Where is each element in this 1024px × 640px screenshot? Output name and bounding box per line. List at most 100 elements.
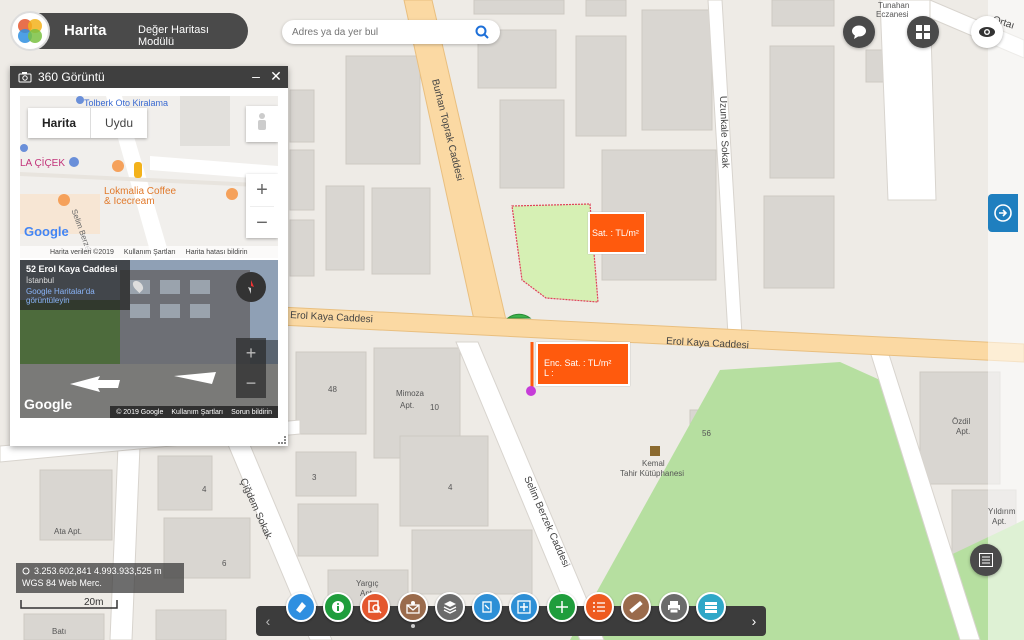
attribution-data: Harita verileri ©2019	[50, 248, 114, 256]
place-label-yildirim-apt: Apt.	[992, 517, 1006, 526]
attribution-terms[interactable]: Kullanım Şartları	[124, 249, 176, 256]
map-type-switcher: Harita Uydu	[28, 108, 148, 138]
sv-zoom-in-button[interactable]: +	[236, 338, 266, 368]
attribution-report[interactable]: Harita hatası bildirin	[186, 249, 248, 256]
toolbar-prev-button[interactable]: ‹	[258, 606, 278, 636]
tool-print[interactable]	[659, 592, 689, 622]
envelope-pin-icon	[406, 601, 420, 614]
tool-stack[interactable]	[696, 592, 726, 622]
zoom-in-button[interactable]: +	[256, 174, 268, 206]
building-number: 56	[702, 429, 711, 438]
apps-button[interactable]	[907, 16, 939, 48]
mini-map[interactable]: Tolberk Oto Kiralama LA ÇİÇEK Lokmalia C…	[20, 96, 278, 258]
open-in-google-maps-link[interactable]: Google Haritalar'da görüntüleyin	[26, 287, 124, 305]
app-logo-icon[interactable]	[10, 11, 50, 51]
library-icon	[650, 446, 660, 456]
arrow-right-circle-icon	[994, 204, 1012, 222]
list-box-icon	[979, 553, 993, 567]
price-label-point[interactable]: Enc. Sat. : TL/m² L :	[536, 342, 630, 386]
crosshair-icon	[556, 601, 568, 613]
panorama-panel: 360 Görüntü – ✕ Tolberk Oto Kiralama LA …	[10, 66, 288, 446]
resize-handle-icon[interactable]	[278, 436, 286, 444]
place-label-library: Tahir Kütüphanesi	[620, 469, 684, 478]
google-logo-mini: Google	[24, 224, 69, 239]
street-view-address: 52 Erol Kaya Caddesi	[26, 264, 118, 274]
tool-search-document[interactable]	[360, 592, 390, 622]
visibility-button[interactable]	[971, 16, 1003, 48]
building-number: 4	[202, 485, 207, 494]
tool-info[interactable]	[323, 592, 353, 622]
add-frame-icon	[517, 600, 531, 614]
tool-envelope[interactable]	[398, 592, 428, 622]
coordinate-value: 3.253.602,841 4.993.933,525 m	[34, 566, 162, 576]
stack-icon	[705, 602, 717, 613]
eye-icon	[979, 27, 995, 37]
google-logo-street: Google	[24, 396, 73, 412]
toolbar-next-button[interactable]: ›	[744, 606, 764, 636]
sv-copyright: © 2019 Google	[116, 408, 164, 416]
panel-header[interactable]: 360 Görüntü – ✕	[10, 66, 288, 88]
zoom-out-button[interactable]: −	[250, 206, 274, 238]
module-name[interactable]: Değer Haritası Modülü	[138, 24, 248, 48]
place-label-mimoza-apt: Apt.	[400, 401, 414, 410]
building-number: 3	[312, 473, 317, 482]
app-brand-bar: Harita Değer Haritası Modülü	[10, 11, 248, 51]
map-type-harita[interactable]: Harita	[28, 108, 90, 138]
building-number: 6	[222, 559, 227, 568]
info-icon	[332, 601, 344, 613]
price-label-parcel[interactable]: Sat. : TL/m²	[588, 212, 646, 254]
legend-button[interactable]	[970, 544, 1002, 576]
close-icon[interactable]: ✕	[268, 68, 284, 84]
search-input[interactable]	[292, 26, 472, 38]
sv-terms[interactable]: Kullanım Şartları	[171, 409, 223, 416]
grid-icon	[916, 25, 930, 39]
price-label-line: Enc. Sat. : TL/m²	[544, 358, 612, 368]
mini-map-place: LA ÇİÇEK	[20, 158, 66, 169]
ruler-icon	[629, 600, 643, 614]
sv-report[interactable]: Sorun bildirin	[231, 409, 272, 416]
tool-ruler[interactable]	[621, 592, 651, 622]
tool-layers[interactable]	[435, 592, 465, 622]
tool-eraser[interactable]	[286, 592, 316, 622]
tool-add-frame[interactable]	[509, 592, 539, 622]
draw-hand-icon	[482, 601, 492, 613]
compass-icon[interactable]	[236, 272, 266, 302]
list-icon	[593, 602, 605, 612]
tool-draw[interactable]	[472, 592, 502, 622]
place-label-yargic: Yargıç	[356, 579, 379, 588]
search-icon[interactable]	[472, 22, 492, 42]
mini-map-place: & Icecream	[104, 196, 155, 207]
toolbar-page-indicator	[411, 624, 415, 628]
cursor-position-icon	[22, 567, 30, 575]
place-label-ozdil: Özdil	[952, 417, 970, 426]
map-type-uydu[interactable]: Uydu	[90, 108, 147, 138]
tool-list[interactable]	[584, 592, 614, 622]
pegman-button[interactable]	[246, 106, 278, 142]
comment-button[interactable]	[843, 16, 875, 48]
mini-map-zoom: + −	[246, 174, 278, 238]
address-search	[282, 20, 500, 44]
coordinate-readout: 3.253.602,841 4.993.933,525 m WGS 84 Web…	[16, 563, 184, 593]
minimize-icon[interactable]: –	[248, 68, 264, 84]
tool-crosshair[interactable]	[547, 592, 577, 622]
place-label-eczanesi: Eczanesi	[876, 10, 909, 19]
price-label-line: L :	[544, 368, 554, 378]
street-view-city: İstanbul	[26, 276, 55, 285]
place-label-yildirim: Yıldırım	[988, 507, 1016, 516]
projection-name: WGS 84 Web Merc.	[22, 578, 102, 588]
building-number: 10	[430, 403, 439, 412]
place-label-bati: Batı	[52, 627, 66, 636]
side-panel-toggle[interactable]	[988, 194, 1018, 232]
street-view-panorama[interactable]: 52 Erol Kaya Caddesi İstanbul Google Har…	[20, 260, 278, 418]
mini-map-attribution: Harita verileri ©2019 Kullanım Şartları …	[20, 246, 278, 258]
price-label-line: Sat. : TL/m²	[592, 228, 639, 238]
street-view-attribution: © 2019 Google Kullanım Şartları Sorun bi…	[110, 406, 278, 418]
mini-map-place: Tolberk Oto Kiralama	[84, 98, 169, 108]
street-view-zoom: + −	[236, 338, 266, 398]
street-view-info: 52 Erol Kaya Caddesi İstanbul Google Har…	[20, 260, 130, 310]
sv-zoom-out-button[interactable]: −	[236, 368, 266, 398]
printer-icon	[668, 601, 680, 614]
building-number: 4	[448, 483, 453, 492]
layers-icon	[443, 601, 457, 614]
scale-label: 20m	[84, 597, 104, 608]
